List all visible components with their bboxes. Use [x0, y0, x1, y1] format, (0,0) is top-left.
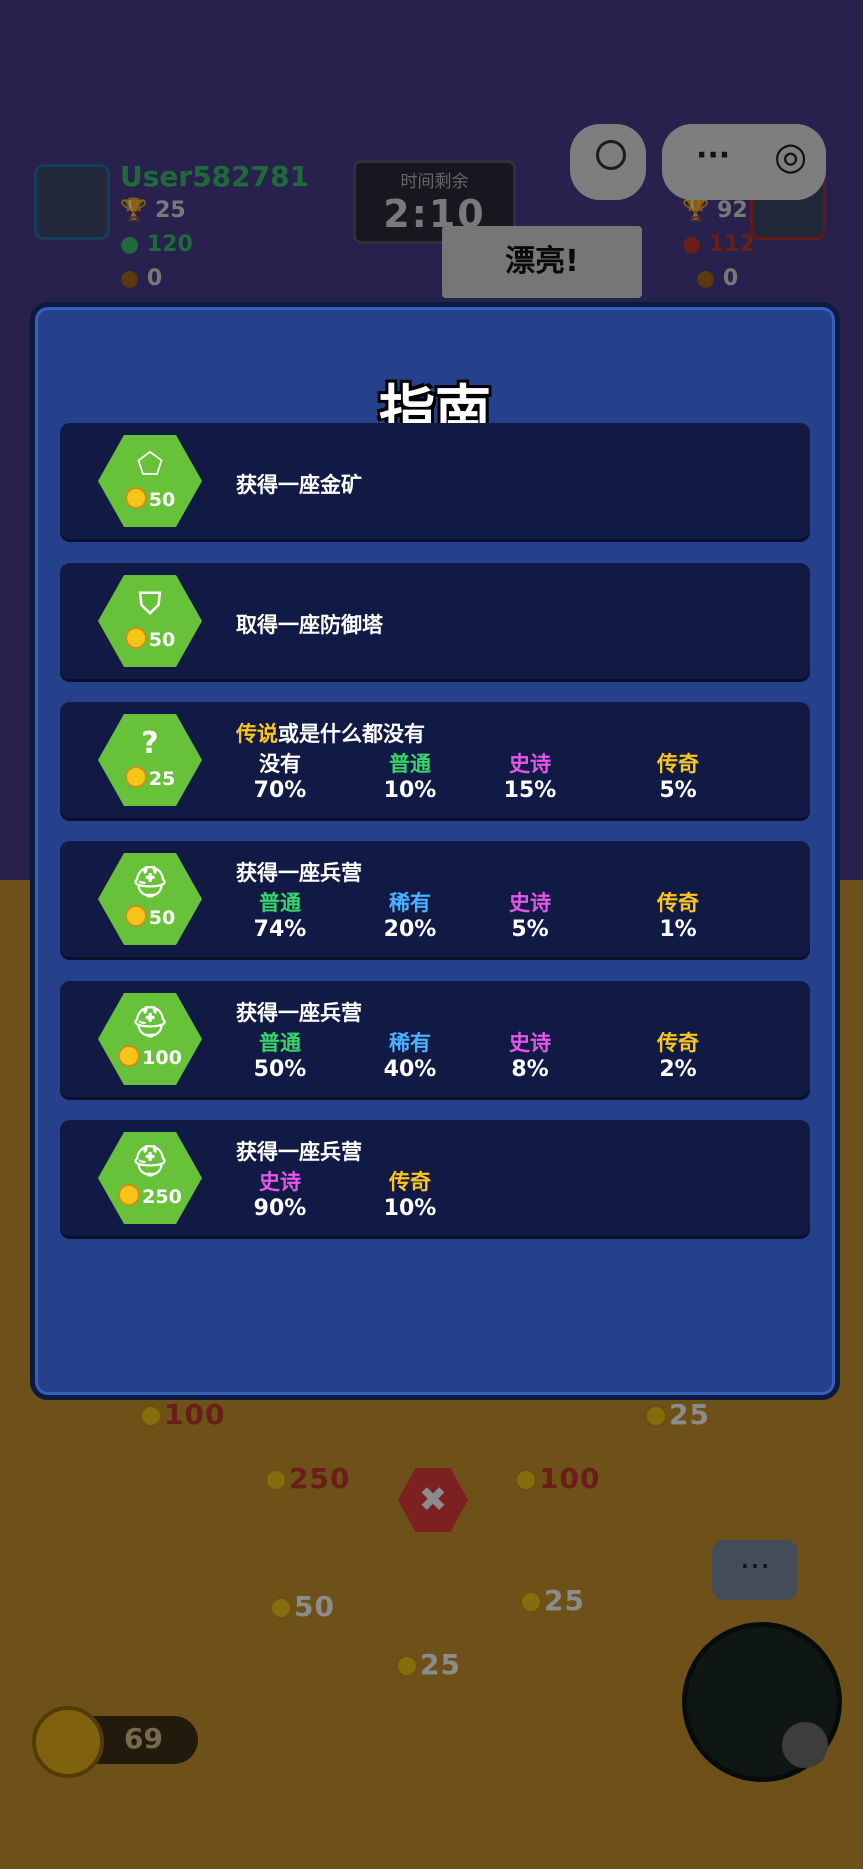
price-hex: ⛉ 50: [98, 575, 202, 667]
question-icon: ?: [141, 726, 159, 761]
rarity-percent: 10%: [383, 1196, 437, 1221]
row-title: 获得一座金矿: [236, 473, 362, 497]
price-label: 250: [98, 1184, 202, 1208]
rarity-rate: 史诗 15%: [470, 748, 590, 803]
rarity-percent: 40%: [383, 1057, 437, 1082]
guide-panel: 指南 ⬠ 50 获得一座金矿 ⛉ 50 取得一座防御塔? 25 传说或是什么都没有 没有 70% 普…: [30, 302, 840, 1400]
rarity-percent: 20%: [383, 917, 437, 942]
price-hex: ⛑ 250: [98, 1132, 202, 1224]
guide-row: ⛑ 250 获得一座兵营 史诗 90% 传奇 10%: [60, 1120, 810, 1236]
guide-row: ⛉ 50 取得一座防御塔: [60, 563, 810, 679]
helmet-icon: ⛑: [130, 1005, 170, 1040]
rarity-rate: 传奇 10%: [350, 1166, 470, 1221]
rarity-percent: 10%: [383, 778, 437, 803]
rarity-percent: 1%: [659, 917, 697, 942]
rarity-name: 传奇: [657, 891, 699, 915]
rarity-name: 稀有: [389, 891, 431, 915]
coin-icon: [124, 905, 147, 927]
rarity-name: 史诗: [509, 891, 551, 915]
rarity-name: 传奇: [657, 752, 699, 776]
coin-icon: [118, 1184, 141, 1206]
helmet-icon: ⛑: [130, 1144, 170, 1179]
coin-icon: [118, 1045, 141, 1067]
gold-mine-icon: ⬠: [136, 447, 164, 482]
row-title: 获得一座兵营: [236, 1140, 362, 1164]
coin-icon: [124, 766, 147, 788]
rarity-name: 传奇: [657, 1031, 699, 1055]
helmet-icon: ⛑: [130, 865, 170, 900]
price-label: 50: [98, 487, 202, 511]
rarity-rate: 史诗 90%: [220, 1166, 340, 1221]
price-label: 25: [98, 766, 202, 790]
shield-icon: ⛉: [138, 587, 162, 622]
rarity-rate: 稀有 20%: [350, 887, 470, 942]
rarity-rate: 普通 50%: [220, 1027, 340, 1082]
rarity-rate: 稀有 40%: [350, 1027, 470, 1082]
rarity-percent: 15%: [503, 778, 557, 803]
rarity-name: 没有: [259, 752, 301, 776]
coin-icon: [124, 487, 147, 509]
rarity-rate: 普通 10%: [350, 748, 470, 803]
rarity-percent: 8%: [511, 1057, 549, 1082]
guide-row: ⬠ 50 获得一座金矿: [60, 423, 810, 539]
rarity-name: 史诗: [259, 1170, 301, 1194]
price-label: 100: [98, 1045, 202, 1069]
rarity-percent: 74%: [253, 917, 307, 942]
price-hex: ? 25: [98, 714, 202, 806]
rarity-percent: 90%: [253, 1196, 307, 1221]
rarity-name: 普通: [259, 1031, 301, 1055]
rarity-rate: 没有 70%: [220, 748, 340, 803]
guide-row: ⛑ 50 获得一座兵营 普通 74% 稀有 20% 史诗 5% 传奇 1%: [60, 841, 810, 957]
price-hex: ⬠ 50: [98, 435, 202, 527]
rarity-rate: 史诗 5%: [470, 887, 590, 942]
rarity-rate: 传奇 2%: [618, 1027, 738, 1082]
rarity-name: 普通: [389, 752, 431, 776]
guide-row: ? 25 传说或是什么都没有 没有 70% 普通 10% 史诗 15% 传奇 5%: [60, 702, 810, 818]
price-label: 50: [98, 627, 202, 651]
rarity-name: 稀有: [389, 1031, 431, 1055]
rarity-name: 传奇: [389, 1170, 431, 1194]
row-title: 获得一座兵营: [236, 861, 362, 885]
rarity-percent: 2%: [659, 1057, 697, 1082]
row-title: 获得一座兵营: [236, 1001, 362, 1025]
coin-icon: [124, 627, 147, 649]
rarity-name: 史诗: [509, 752, 551, 776]
rarity-percent: 50%: [253, 1057, 307, 1082]
price-label: 50: [98, 905, 202, 929]
rarity-rate: 史诗 8%: [470, 1027, 590, 1082]
rarity-rate: 传奇 1%: [618, 887, 738, 942]
rarity-percent: 5%: [511, 917, 549, 942]
price-hex: ⛑ 50: [98, 853, 202, 945]
price-hex: ⛑ 100: [98, 993, 202, 1085]
guide-row: ⛑ 100 获得一座兵营 普通 50% 稀有 40% 史诗 8% 传奇 2%: [60, 981, 810, 1097]
rarity-name: 史诗: [509, 1031, 551, 1055]
rarity-percent: 70%: [253, 778, 307, 803]
row-title: 传说或是什么都没有: [236, 722, 425, 746]
rarity-percent: 5%: [659, 778, 697, 803]
rarity-rate: 普通 74%: [220, 887, 340, 942]
rarity-rate: 传奇 5%: [618, 748, 738, 803]
row-title: 取得一座防御塔: [236, 613, 383, 637]
rarity-name: 普通: [259, 891, 301, 915]
